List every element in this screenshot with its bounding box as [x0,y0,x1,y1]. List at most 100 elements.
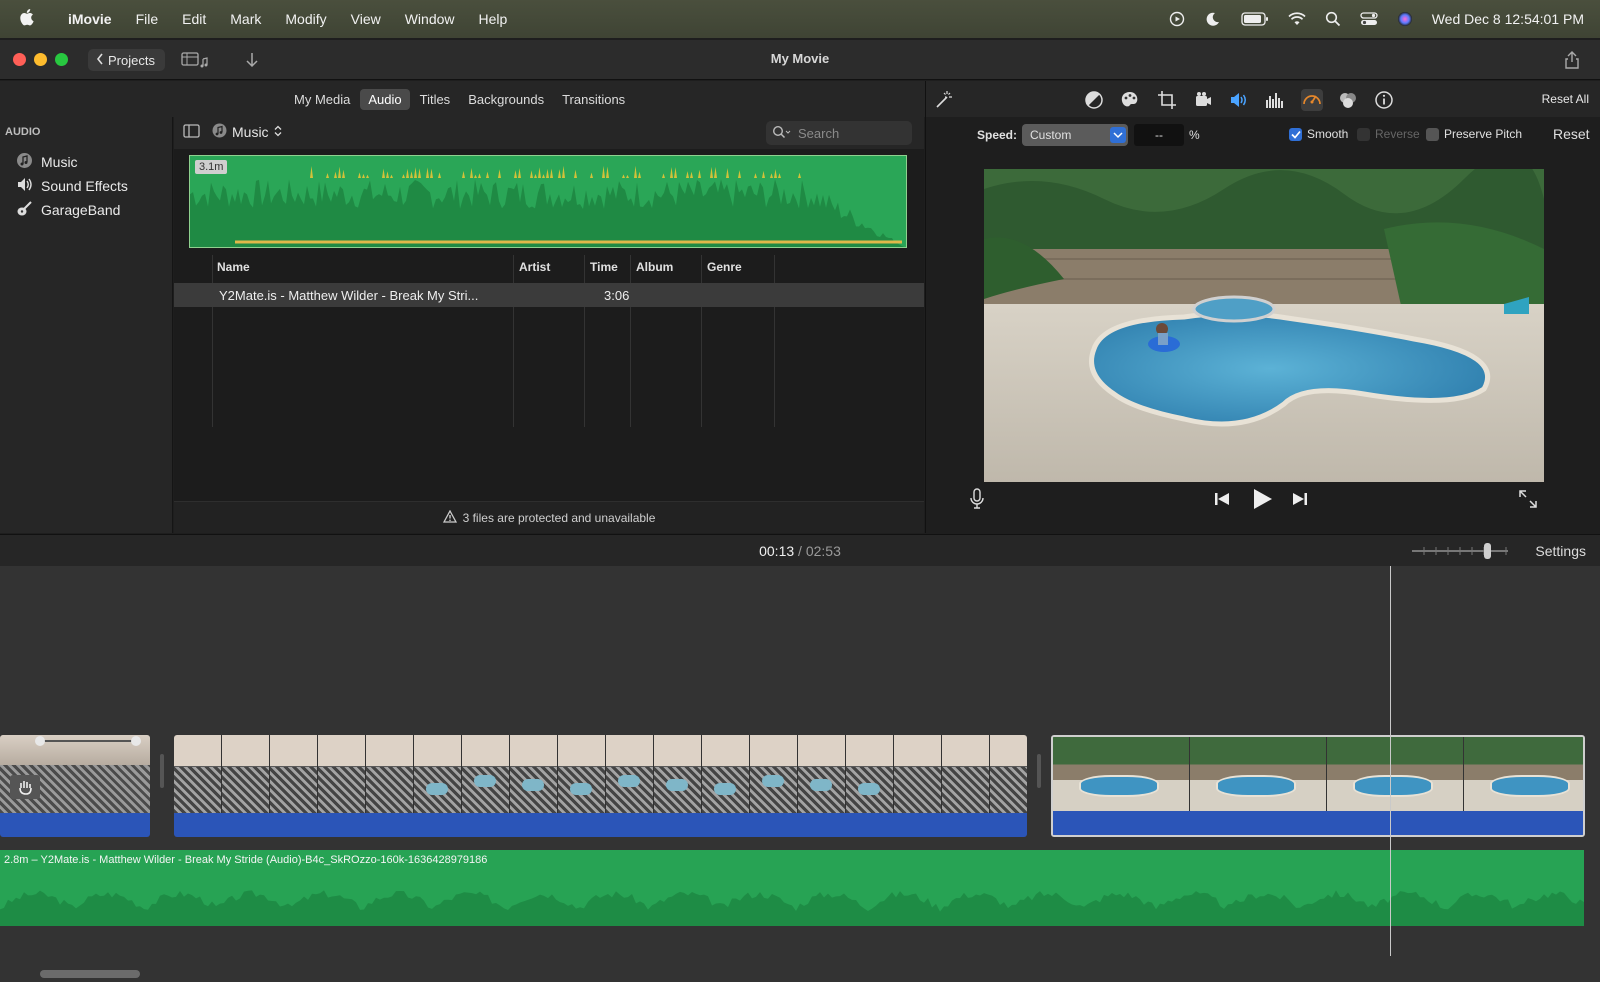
wifi-icon[interactable] [1288,10,1306,28]
menu-help[interactable]: Help [467,11,520,27]
menu-bar: iMovie File Edit Mark Modify View Window… [0,0,1600,38]
status-text: 3 files are protected and unavailable [462,510,656,525]
speed-select[interactable]: Custom [1022,124,1128,146]
sidebar-item-music[interactable]: Music [16,152,78,172]
horizontal-scrollbar[interactable] [40,970,140,978]
background-music-track[interactable]: 2.8m – Y2Mate.is - Matthew Wilder - Brea… [0,850,1584,926]
total-time: 02:53 [805,543,841,559]
sidebar-item-garageband[interactable]: GarageBand [16,200,120,220]
source-popup[interactable]: Music [212,123,282,141]
speed-gauge-icon[interactable] [1301,89,1323,111]
volume-icon[interactable] [1228,89,1250,111]
tab-titles[interactable]: Titles [412,89,459,110]
table-header: Name Artist Time Album Genre [174,255,924,279]
screen-recording-icon[interactable] [1168,10,1186,28]
tab-my-media[interactable]: My Media [286,89,358,110]
apple-menu-icon[interactable] [0,8,56,31]
reset-all-button[interactable]: Reset All [1542,92,1589,106]
clip-frame-thumbnail [1190,737,1326,815]
tab-backgrounds[interactable]: Backgrounds [460,89,552,110]
menubar-clock[interactable]: Wed Dec 8 12:54:01 PM [1432,11,1584,27]
color-correction-palette-icon[interactable] [1119,89,1141,111]
library-toolbar: Music Search [174,117,924,149]
browser-tab-bar: My Media Audio Titles Backgrounds Transi… [0,81,925,117]
timeline[interactable]: 2.8m – Y2Mate.is - Matthew Wilder - Brea… [0,566,1600,982]
speaker-icon [16,176,33,196]
timeline-settings-button[interactable]: Settings [1535,543,1586,559]
source-popup-label: Music [232,124,269,140]
focus-moon-icon[interactable] [1204,10,1222,28]
video-clip-1[interactable] [0,735,150,837]
clip-frame-thumbnail [990,735,1027,813]
tab-transitions[interactable]: Transitions [554,89,633,110]
reset-button[interactable]: Reset [1553,126,1590,142]
stabilization-camera-icon[interactable] [1192,89,1214,111]
color-balance-icon[interactable] [1083,89,1105,111]
clip-frame-thumbnail [846,735,893,813]
fullscreen-icon[interactable] [1518,489,1538,514]
clip-frame-thumbnail [750,735,797,813]
sidebar-toggle-icon[interactable] [183,124,200,144]
clip-frame-thumbnail [606,735,653,813]
timecode-display: 00:13 / 02:53 [0,543,1600,559]
timeline-zoom-slider[interactable] [1412,543,1508,559]
sidebar-item-sound-effects[interactable]: Sound Effects [16,176,128,196]
video-overlay-icon[interactable] [1337,89,1359,111]
percent-sign: % [1189,128,1200,142]
search-placeholder: Search [798,125,840,141]
column-header-name[interactable]: Name [217,260,250,274]
clip-frame-thumbnail [1053,737,1189,815]
video-preview[interactable] [984,169,1544,482]
video-clip-2[interactable] [174,735,1027,837]
clip-frame-thumbnail [894,735,941,813]
clip-frame-thumbnail [222,735,269,813]
siri-icon[interactable] [1396,10,1414,28]
battery-icon[interactable] [1240,10,1270,28]
menu-mark[interactable]: Mark [218,11,273,27]
speed-label: Speed: [977,128,1018,142]
menu-edit[interactable]: Edit [170,11,218,27]
skip-forward-icon[interactable] [1292,491,1308,512]
menu-window[interactable]: Window [393,11,467,27]
play-icon[interactable] [1252,487,1274,516]
smooth-checkbox[interactable]: Smooth [1289,127,1348,141]
preserve-pitch-label: Preserve Pitch [1444,127,1523,141]
sidebar-header: AUDIO [5,126,41,138]
playhead[interactable] [1390,566,1391,956]
spotlight-search-icon[interactable] [1324,10,1342,28]
audio-waveform-preview[interactable]: 3.1m [189,155,907,248]
waveform-graphic [190,165,905,247]
preserve-pitch-checkbox[interactable]: Preserve Pitch [1426,127,1522,141]
clip-frame-thumbnail [174,735,221,813]
column-header-time[interactable]: Time [590,260,618,274]
music-clip-label: 2.8m – Y2Mate.is - Matthew Wilder - Brea… [4,854,488,866]
skip-back-icon[interactable] [1214,491,1230,512]
menu-file[interactable]: File [124,11,171,27]
menu-view[interactable]: View [339,11,393,27]
row-time: 3:06 [604,288,630,303]
up-down-chevron-icon [274,124,282,140]
library-status-bar: 3 files are protected and unavailable [174,501,924,533]
hand-icon [10,775,40,799]
microphone-icon[interactable] [969,488,985,515]
column-header-album[interactable]: Album [636,260,673,274]
reverse-checkbox[interactable]: Reverse [1357,127,1420,141]
video-clip-3-selected[interactable] [1051,735,1585,837]
control-center-icon[interactable] [1360,10,1378,28]
share-icon[interactable] [1560,50,1584,70]
guitar-icon [16,200,33,220]
clip-frame-thumbnail [270,735,317,813]
search-input[interactable]: Search [766,121,912,145]
equalizer-icon[interactable] [1264,89,1286,111]
menu-app-name[interactable]: iMovie [56,11,124,27]
info-icon[interactable] [1373,89,1395,111]
column-header-artist[interactable]: Artist [519,260,550,274]
magic-wand-icon[interactable] [932,89,954,111]
crop-icon[interactable] [1156,89,1178,111]
menu-modify[interactable]: Modify [273,11,338,27]
speed-percent-field[interactable]: -- [1134,124,1184,146]
tab-audio[interactable]: Audio [360,89,410,110]
audio-sidebar: AUDIO Music Sound Effects GarageBand [0,117,173,533]
table-row[interactable]: Y2Mate.is - Matthew Wilder - Break My St… [174,283,924,307]
column-header-genre[interactable]: Genre [707,260,742,274]
